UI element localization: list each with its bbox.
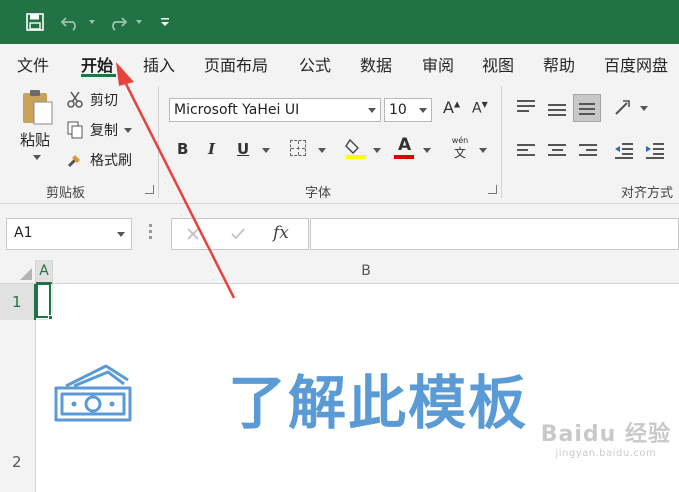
annotation-arrow — [116, 62, 236, 299]
